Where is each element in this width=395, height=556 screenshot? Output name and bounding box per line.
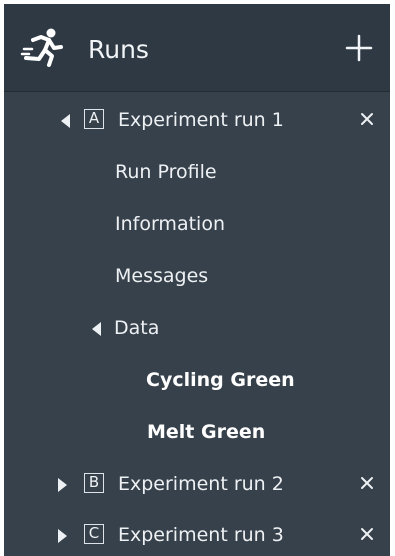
run-letter-badge: C (84, 524, 104, 544)
run-label: Experiment run 1 (118, 109, 284, 131)
data-item-label: Melt Green (147, 421, 266, 443)
run-row-2[interactable]: B Experiment run 2 (4, 459, 390, 511)
tree-item-label: Data (114, 317, 160, 339)
caret-right-icon[interactable] (54, 528, 70, 544)
data-item-label: Cycling Green (146, 369, 295, 391)
run-row-1[interactable]: A Experiment run 1 (4, 95, 390, 147)
plus-icon[interactable] (342, 31, 376, 65)
tree-item-label: Messages (115, 265, 209, 287)
close-icon[interactable] (360, 476, 374, 490)
caret-left-icon[interactable] (58, 113, 74, 129)
runs-panel: Runs A Experiment run 1 Run Profile Info… (4, 4, 390, 556)
panel-title: Runs (88, 35, 149, 64)
caret-left-icon[interactable] (89, 321, 105, 337)
tree-item-messages[interactable]: Messages (4, 251, 390, 303)
run-label: Experiment run 3 (118, 524, 284, 546)
run-letter-badge: A (84, 109, 104, 129)
close-icon[interactable] (360, 527, 374, 541)
tree-item-label: Run Profile (115, 161, 217, 183)
data-item-cycling-green[interactable]: Cycling Green (4, 355, 390, 407)
running-person-icon (20, 28, 63, 67)
run-label: Experiment run 2 (118, 473, 284, 495)
tree-item-label: Information (115, 213, 225, 235)
tree-item-run-profile[interactable]: Run Profile (4, 147, 390, 199)
caret-right-icon[interactable] (54, 477, 70, 493)
runs-header: Runs (4, 4, 390, 92)
data-item-melt-green[interactable]: Melt Green (4, 407, 390, 459)
tree-item-information[interactable]: Information (4, 199, 390, 251)
run-letter-badge: B (84, 473, 104, 493)
close-icon[interactable] (360, 112, 374, 126)
tree-item-data[interactable]: Data (4, 303, 390, 355)
run-row-3[interactable]: C Experiment run 3 (4, 510, 390, 556)
